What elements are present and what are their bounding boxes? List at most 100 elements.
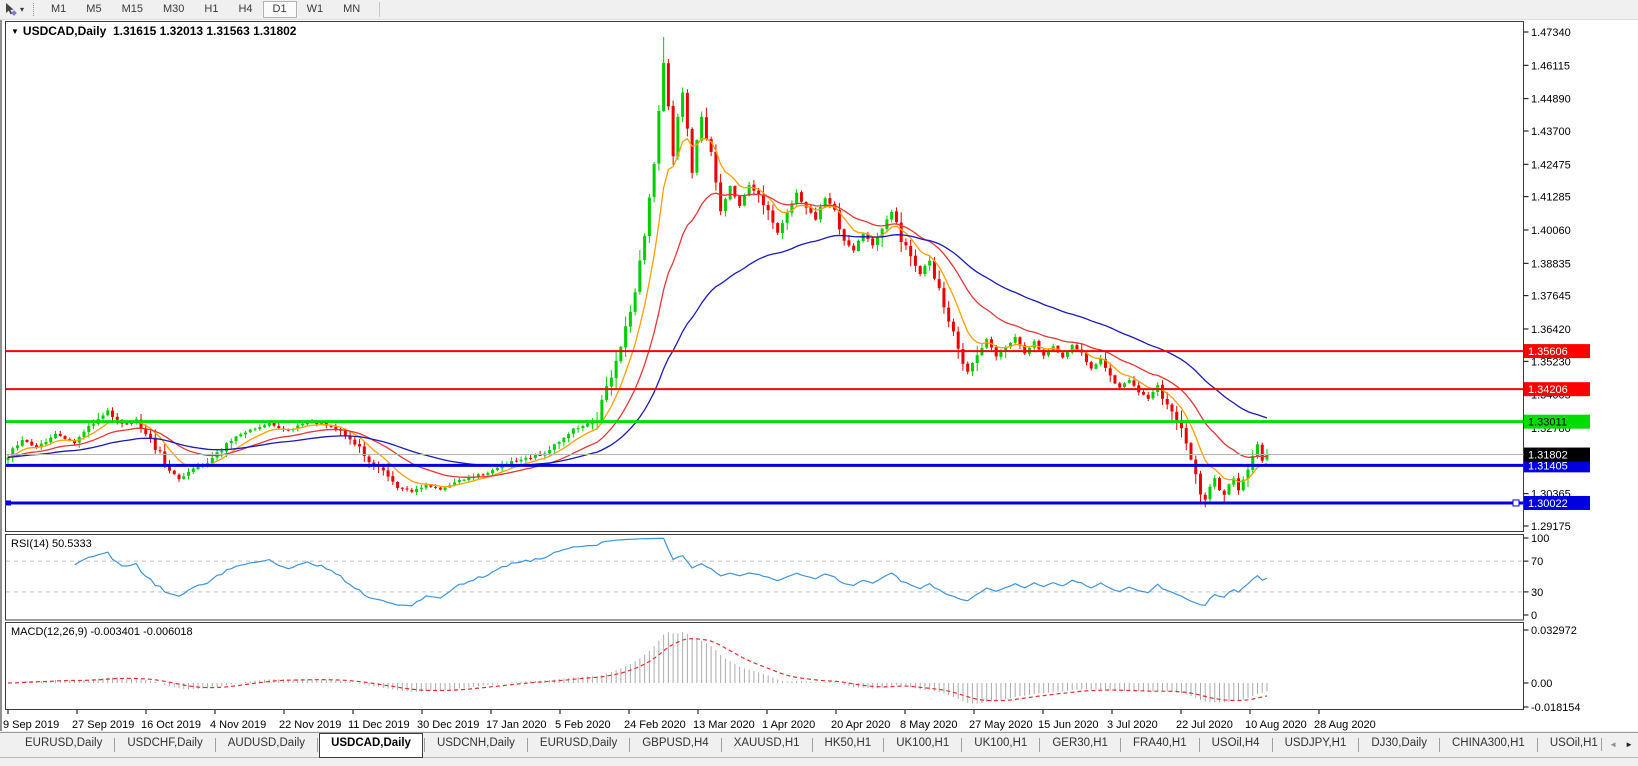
rsi-indicator-label: RSI(14) 50.5333 bbox=[11, 538, 92, 550]
tab-separator bbox=[1358, 738, 1359, 752]
chart-ohlc-values: 1.31615 1.32013 1.31563 1.31802 bbox=[113, 24, 297, 38]
svg-text:1.29175: 1.29175 bbox=[1531, 521, 1571, 533]
svg-text:1.36420: 1.36420 bbox=[1531, 324, 1571, 336]
tab-separator bbox=[317, 738, 318, 752]
svg-text:27 May 2020: 27 May 2020 bbox=[969, 719, 1033, 731]
chart-canvas[interactable]: 1.473401.461151.448901.437001.424751.412… bbox=[0, 0, 1638, 766]
chart-tab-audusd-daily[interactable]: AUDUSD,Daily bbox=[217, 733, 316, 757]
current-price-badge: 1.31802 bbox=[1524, 448, 1590, 462]
hline-handle-left[interactable] bbox=[6, 500, 11, 505]
tab-separator bbox=[424, 738, 425, 752]
svg-text:1.31405: 1.31405 bbox=[1528, 460, 1568, 472]
svg-text:30: 30 bbox=[1531, 587, 1543, 599]
svg-text:13 Mar 2020: 13 Mar 2020 bbox=[693, 719, 755, 731]
timeframe-button-h4[interactable]: H4 bbox=[228, 1, 262, 18]
tab-separator bbox=[114, 738, 115, 752]
svg-text:30 Dec 2019: 30 Dec 2019 bbox=[417, 719, 479, 731]
svg-text:4 Nov 2019: 4 Nov 2019 bbox=[210, 719, 266, 731]
chart-tab-gbpusd-h4[interactable]: GBPUSD,H4 bbox=[631, 733, 719, 757]
svg-text:0: 0 bbox=[1531, 610, 1537, 622]
svg-text:1 Apr 2020: 1 Apr 2020 bbox=[762, 719, 815, 731]
tabs-scroll-left-icon[interactable]: ◄ bbox=[1609, 740, 1617, 749]
tab-separator bbox=[1537, 738, 1538, 752]
chart-tab-usdcad-daily[interactable]: USDCAD,Daily bbox=[319, 733, 423, 758]
svg-text:10 Aug 2020: 10 Aug 2020 bbox=[1245, 719, 1307, 731]
timeframe-button-d1[interactable]: D1 bbox=[263, 1, 297, 18]
macd-indicator-label: MACD(12,26,9) -0.003401 -0.006018 bbox=[11, 626, 193, 638]
timeframe-button-m15[interactable]: M15 bbox=[112, 1, 153, 18]
svg-text:1.37645: 1.37645 bbox=[1531, 291, 1571, 303]
chart-tab-usdchf-daily[interactable]: USDCHF,Daily bbox=[116, 733, 213, 757]
svg-text:3 Jul 2020: 3 Jul 2020 bbox=[1107, 719, 1158, 731]
chart-title: ▼ USDCAD,Daily 1.31615 1.32013 1.31563 1.… bbox=[11, 24, 296, 38]
timeframe-button-mn[interactable]: MN bbox=[333, 1, 370, 18]
chart-menu-marker-icon[interactable]: ▼ bbox=[11, 27, 19, 36]
svg-text:1.46115: 1.46115 bbox=[1531, 60, 1570, 72]
price-badge-1.35606: 1.35606 bbox=[1524, 344, 1590, 358]
toolbar-separator bbox=[379, 2, 380, 17]
chart-tab-usoil-h4[interactable]: USOil,H4 bbox=[1201, 733, 1271, 757]
timeframe-button-w1[interactable]: W1 bbox=[297, 1, 334, 18]
svg-text:1.31802: 1.31802 bbox=[1528, 450, 1568, 462]
svg-text:1.42475: 1.42475 bbox=[1531, 159, 1571, 171]
tab-separator bbox=[1439, 738, 1440, 752]
svg-text:8 May 2020: 8 May 2020 bbox=[900, 719, 957, 731]
timeframe-button-m1[interactable]: M1 bbox=[41, 1, 76, 18]
svg-text:1.41285: 1.41285 bbox=[1531, 192, 1571, 204]
svg-text:16 Oct 2019: 16 Oct 2019 bbox=[141, 719, 201, 731]
timeframe-button-m30[interactable]: M30 bbox=[153, 1, 194, 18]
chart-tab-eurusd-daily[interactable]: EURUSD,Daily bbox=[529, 733, 628, 757]
tab-separator bbox=[629, 738, 630, 752]
tab-separator bbox=[721, 738, 722, 752]
hline-handle-right[interactable] bbox=[1513, 500, 1519, 506]
chart-tab-usoil-h1[interactable]: USOil,H1 bbox=[1539, 733, 1609, 757]
svg-text:15 Jun 2020: 15 Jun 2020 bbox=[1038, 719, 1099, 731]
pointer-tool-icon[interactable] bbox=[3, 2, 18, 17]
tab-separator bbox=[527, 738, 528, 752]
tab-separator bbox=[1120, 738, 1121, 752]
chart-tab-eurusd-daily[interactable]: EURUSD,Daily bbox=[14, 733, 113, 757]
svg-text:70: 70 bbox=[1531, 556, 1543, 568]
toolbar-grip[interactable] bbox=[33, 3, 34, 16]
cursor-icon bbox=[3, 2, 18, 17]
chart-tab-xauusd-h1[interactable]: XAUUSD,H1 bbox=[723, 733, 811, 757]
svg-text:1.34206: 1.34206 bbox=[1528, 384, 1568, 396]
tab-separator bbox=[812, 738, 813, 752]
chart-tab-china300-h1[interactable]: CHINA300,H1 bbox=[1441, 733, 1536, 757]
tabs-scroll-right-icon[interactable]: ► bbox=[1625, 740, 1633, 749]
svg-text:1.38835: 1.38835 bbox=[1531, 258, 1571, 270]
tool-dropdown-caret-icon[interactable]: ▾ bbox=[20, 5, 24, 14]
timeframe-button-m5[interactable]: M5 bbox=[76, 1, 111, 18]
chart-tab-uk100-h1[interactable]: UK100,H1 bbox=[963, 733, 1038, 757]
tab-arrows-separator bbox=[1601, 738, 1602, 751]
chart-tab-ger30-h1[interactable]: GER30,H1 bbox=[1041, 733, 1119, 757]
price-badge-1.30022: 1.30022 bbox=[1524, 496, 1590, 510]
chart-tab-dj30-daily[interactable]: DJ30,Daily bbox=[1360, 733, 1438, 757]
tab-separator bbox=[1272, 738, 1273, 752]
svg-text:17 Jan 2020: 17 Jan 2020 bbox=[486, 719, 547, 731]
chart-tab-fra40-h1[interactable]: FRA40,H1 bbox=[1122, 733, 1198, 757]
svg-text:0.00: 0.00 bbox=[1531, 678, 1552, 690]
svg-text:1.40060: 1.40060 bbox=[1531, 225, 1571, 237]
timeframe-button-h1[interactable]: H1 bbox=[194, 1, 228, 18]
svg-text:22 Jul 2020: 22 Jul 2020 bbox=[1176, 719, 1233, 731]
chart-tab-hk50-h1[interactable]: HK50,H1 bbox=[814, 733, 883, 757]
timeframe-toolbar: ▾ M1M5M15M30H1H4D1W1MN bbox=[0, 0, 1638, 20]
tab-separator bbox=[1199, 738, 1200, 752]
svg-text:5 Feb 2020: 5 Feb 2020 bbox=[555, 719, 611, 731]
svg-text:28 Aug 2020: 28 Aug 2020 bbox=[1314, 719, 1376, 731]
tab-separator bbox=[883, 738, 884, 752]
chart-tab-usdjpy-h1[interactable]: USDJPY,H1 bbox=[1274, 733, 1358, 757]
svg-text:1.47340: 1.47340 bbox=[1531, 27, 1571, 39]
price-badge-1.33011: 1.33011 bbox=[1524, 415, 1590, 429]
svg-text:1.30022: 1.30022 bbox=[1528, 498, 1568, 510]
svg-text:1.35230: 1.35230 bbox=[1531, 356, 1571, 368]
chart-symbol-period: USDCAD,Daily bbox=[23, 24, 106, 38]
svg-text:1.33011: 1.33011 bbox=[1528, 417, 1567, 429]
chart-tab-usdcnh-daily[interactable]: USDCNH,Daily bbox=[426, 733, 526, 757]
chart-tab-bar: EURUSD,DailyUSDCHF,DailyAUDUSD,DailyUSDC… bbox=[0, 732, 1638, 766]
chart-tab-uk100-h1[interactable]: UK100,H1 bbox=[885, 733, 960, 757]
svg-text:24 Feb 2020: 24 Feb 2020 bbox=[624, 719, 686, 731]
tab-separator bbox=[1039, 738, 1040, 752]
svg-text:27 Sep 2019: 27 Sep 2019 bbox=[72, 719, 134, 731]
